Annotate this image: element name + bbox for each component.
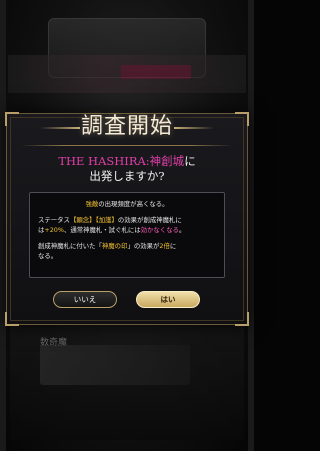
highlight-bonus: +20% [44,226,64,234]
highlight-status: 【顕念】【加護】 [69,215,118,224]
info-text: 」の効果が [127,241,160,250]
info-text: に [169,241,177,250]
destination-name: THE HASHIRA:神創城 [58,154,185,168]
info-text: 創成神魔札に付いた「 [38,241,102,250]
question-suffix: に [184,154,196,168]
info-line-1: 強敵の出現頻度が高くなる。 [38,199,216,210]
background-banner [8,55,246,93]
start-investigation-dialog: 調査開始 THE HASHIRA:神創城に 出発しますか? 強敵の出現頻度が高く… [5,112,249,326]
banner-accent [121,65,191,79]
info-paragraph-2: ステータス【顕念】【加護】の効果が創成神魔札に は+20%、通常神魔札・試ぐ札に… [38,215,216,236]
question-line-2: 出発しますか? [89,169,165,183]
dialog-question: THE HASHIRA:神創城に 出発しますか? [15,154,239,184]
highlight-strong-enemy: 強敵 [85,200,99,208]
no-button[interactable]: いいえ [53,291,117,308]
yes-button[interactable]: はい [136,291,200,308]
info-text: 、通常神魔札・試ぐ札には [63,226,141,234]
info-text: の出現頻度が高くなる。 [98,200,169,208]
title-divider [21,145,233,146]
background-card [40,345,190,385]
screen-edge-right [248,0,254,451]
frame-corner-ornament [235,312,249,326]
info-text: 。 [178,226,186,234]
info-text: の効果が創成神魔札に [117,215,182,224]
highlight-double: 2倍 [159,241,170,250]
info-text: なる。 [38,252,58,260]
frame-corner-ornament [235,112,249,126]
effect-info-box: 強敵の出現頻度が高くなる。 ステータス【顕念】【加護】の効果が創成神魔札に は+… [29,192,225,278]
dialog-title-wrap: 調査開始 [40,112,214,142]
frame-corner-ornament [5,112,19,126]
title-ornament-right [174,127,214,129]
frame-corner-ornament [5,312,19,326]
info-paragraph-3: 創成神魔札に付いた「神魔の印」の効果が2倍に なる。 [38,241,216,262]
info-text: ステータス [38,215,70,224]
highlight-seal: 神魔の印 [101,241,128,250]
highlight-no-effect: 効かなくなる [140,226,179,234]
title-ornament-left [40,127,80,129]
